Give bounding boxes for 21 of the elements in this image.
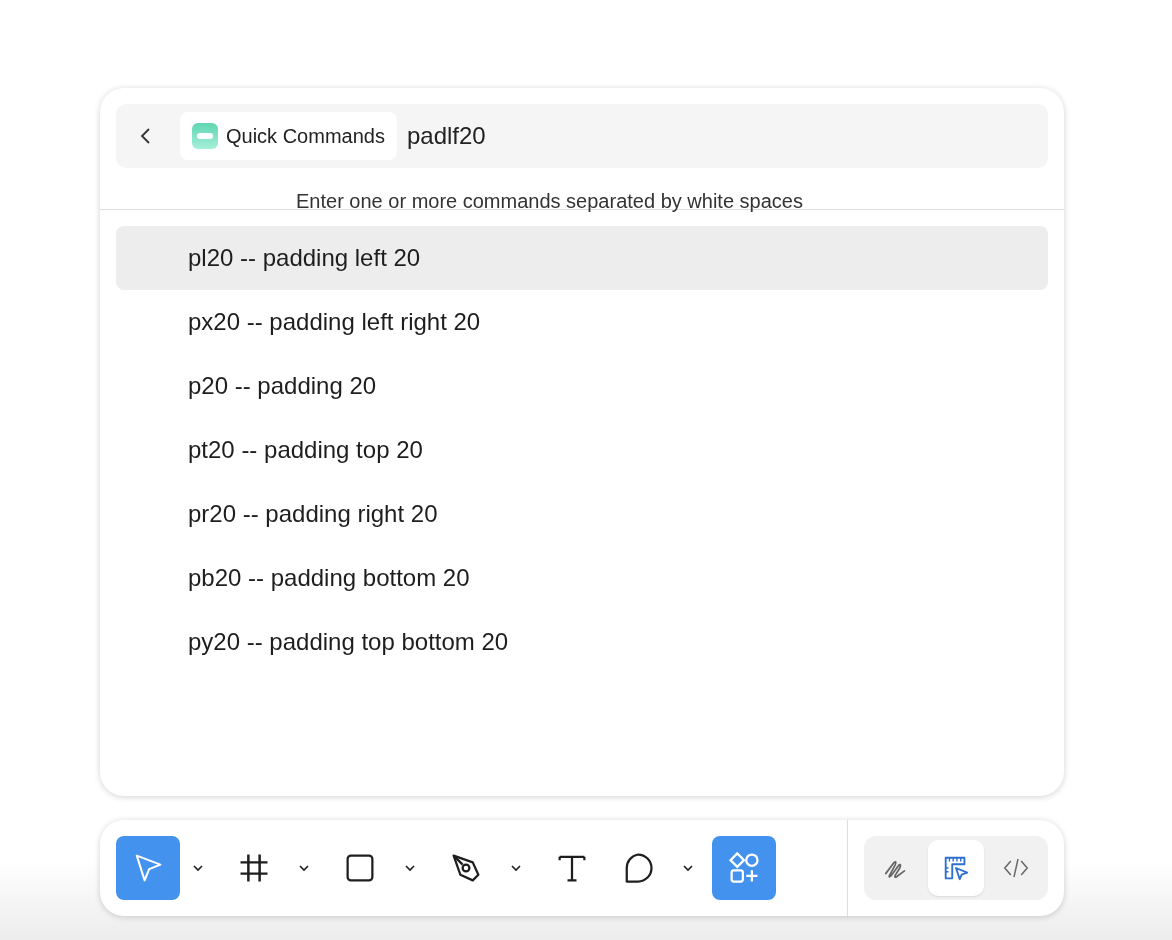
plugin-name: Quick Commands	[226, 124, 385, 148]
caret-icon[interactable]	[298, 862, 310, 874]
command-suggestion[interactable]: pb20 -- padding bottom 20	[116, 546, 1048, 610]
design-mode-button[interactable]	[928, 840, 984, 896]
caret-icon[interactable]	[682, 862, 694, 874]
command-suggestion[interactable]: py20 -- padding top bottom 20	[116, 610, 1048, 674]
command-suggestion[interactable]: pr20 -- padding right 20	[116, 482, 1048, 546]
shapes-plus-tool-button[interactable]	[712, 836, 776, 900]
command-suggestion[interactable]: p20 -- padding 20	[116, 354, 1048, 418]
caret-icon[interactable]	[192, 862, 204, 874]
caret-icon[interactable]	[404, 862, 416, 874]
command-suggestion[interactable]: pl20 -- padding left 20	[116, 226, 1048, 290]
command-suggestion[interactable]: pt20 -- padding top 20	[116, 418, 1048, 482]
plugin-icon	[192, 123, 218, 149]
hint-text: Enter one or more commands separated by white spaces	[295, 189, 804, 211]
cursor-arrow-tool-button[interactable]	[116, 836, 180, 900]
caret-icon[interactable]	[510, 862, 522, 874]
command-input[interactable]: padlf20	[404, 121, 1040, 151]
command-field[interactable]: Quick Commands padlf20	[116, 104, 1048, 168]
command-suggestion[interactable]: px20 -- padding left right 20	[116, 290, 1048, 354]
shapes-plus-icon	[726, 850, 762, 886]
